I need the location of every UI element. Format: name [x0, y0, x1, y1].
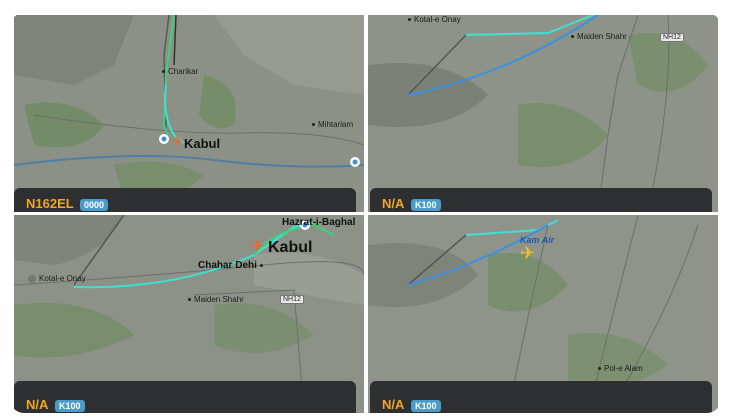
- place-label: Charikar: [162, 67, 198, 76]
- callsign: N/A: [26, 397, 49, 412]
- airport-icon: [28, 275, 36, 283]
- place-label: Chahar Dehi: [198, 260, 266, 271]
- city-label: Kabul: [268, 239, 313, 256]
- screenshot-grid: Charikar Kabul ✈ Mihtarlam N162EL 0000 K…: [10, 13, 721, 413]
- place-label: Maiden Shahr: [571, 32, 627, 41]
- squawk-badge: K100: [55, 400, 85, 412]
- place-label: Pol-e Alam: [598, 364, 643, 373]
- squawk-badge: 0000: [80, 199, 109, 211]
- place-label: Kotal-e Onay: [408, 15, 461, 24]
- plane-icon[interactable]: ✈: [520, 243, 535, 264]
- terrain-map: [368, 15, 718, 212]
- place-label: Maiden Shahr: [188, 295, 244, 304]
- plane-icon[interactable]: ✈: [172, 133, 184, 150]
- place-label: Mihtarlam: [312, 120, 353, 129]
- place-label: Hazrat-i-Baghal: [282, 217, 356, 228]
- flight-info-bar[interactable]: N/A K100: [370, 381, 712, 413]
- map-panel-1[interactable]: Charikar Kabul ✈ Mihtarlam N162EL 0000: [14, 15, 364, 212]
- squawk-badge: K100: [411, 400, 441, 412]
- plane-icon[interactable]: ✈: [250, 236, 265, 257]
- road-shield: NH12: [280, 295, 304, 304]
- map-panel-4[interactable]: Kam Air ✈ Pol-e Alam N/A K100: [368, 215, 718, 413]
- callsign: N/A: [382, 196, 405, 211]
- terrain-map: [14, 15, 364, 212]
- city-label: Kabul: [184, 136, 221, 151]
- flight-info-bar[interactable]: N/A K100: [14, 381, 356, 413]
- flight-info-bar[interactable]: N162EL 0000: [14, 188, 356, 212]
- callsign: N/A: [382, 397, 405, 412]
- map-panel-3[interactable]: Kotal-e Onay Hazrat-i-Baghal Kabul ✈ Cha…: [14, 215, 364, 413]
- callsign: N162EL: [26, 196, 74, 211]
- road-shield: NH12: [660, 33, 684, 42]
- place-label: Kotal-e Onay: [39, 274, 86, 283]
- map-panel-2[interactable]: Kotal-e Onay Maiden Shahr NH12 N/A K100: [368, 15, 718, 212]
- squawk-badge: K100: [411, 199, 441, 211]
- flight-info-bar[interactable]: N/A K100: [370, 188, 712, 212]
